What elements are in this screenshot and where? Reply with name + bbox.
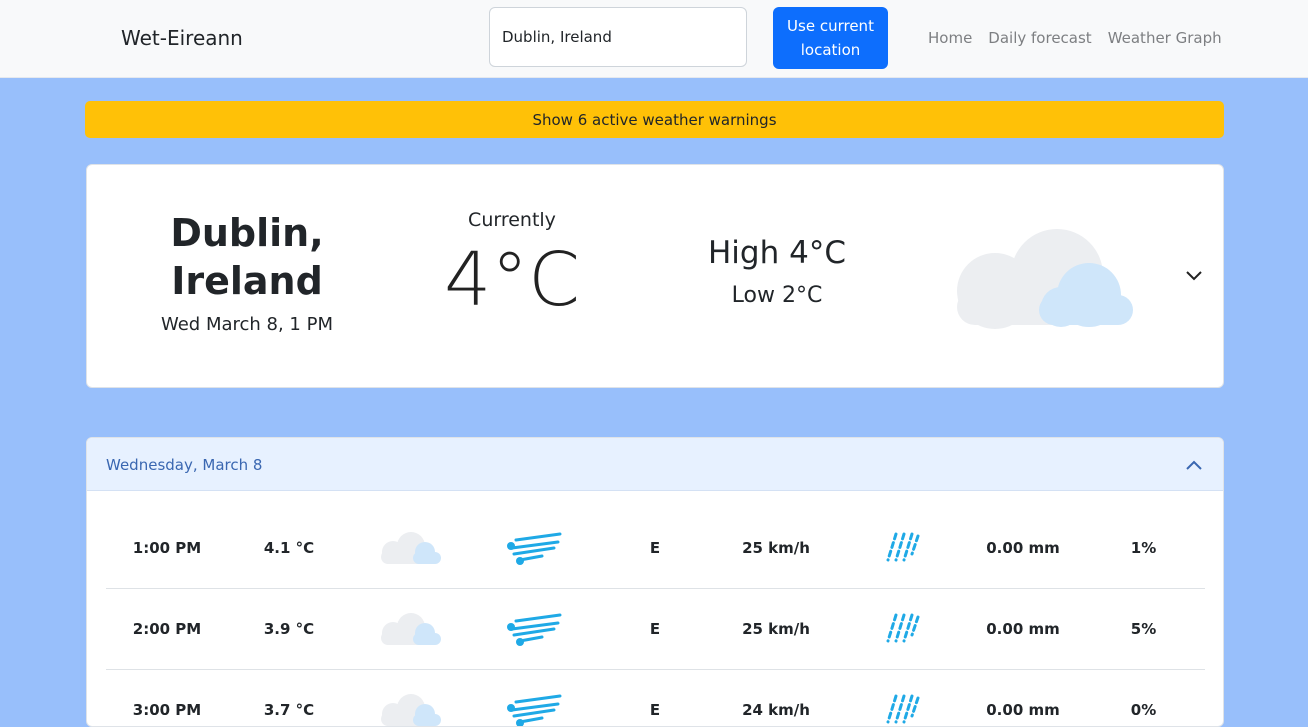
collapse-chevron-up-icon[interactable]	[1184, 456, 1204, 480]
current-temperature: 4°C	[444, 237, 580, 323]
expand-chevron-down-icon[interactable]	[1184, 265, 1204, 289]
nav-link-weather-graph[interactable]: Weather Graph	[1108, 29, 1222, 47]
use-current-location-button[interactable]: Use current location	[773, 7, 888, 69]
hourly-forecast-card: Wednesday, March 8 1:00 PM 4.1 °C E 25 k…	[86, 437, 1224, 727]
cloud-icon	[376, 669, 446, 726]
nav-link-home[interactable]: Home	[928, 29, 972, 47]
precipitation-chance: 5%	[1130, 619, 1157, 638]
nav-links: Home Daily forecast Weather Graph	[928, 29, 1222, 47]
weather-warnings-button[interactable]: Show 6 active weather warnings	[85, 101, 1224, 138]
hourly-row: 2:00 PM 3.9 °C E 25 km/h 0.00 mm 5%	[106, 588, 1205, 670]
wind-direction: E	[649, 538, 661, 557]
cloud-icon	[953, 227, 1138, 333]
precipitation-amount: 0.00 mm	[986, 538, 1060, 557]
wind-direction: E	[649, 619, 661, 638]
location-line-2: Ireland	[171, 259, 323, 303]
location-line-1: Dublin,	[170, 211, 324, 255]
nav-link-daily-forecast[interactable]: Daily forecast	[988, 29, 1091, 47]
precipitation-amount: 0.00 mm	[986, 700, 1060, 719]
hour-temperature: 3.9 °C	[263, 619, 315, 638]
hourly-accordion-header[interactable]: Wednesday, March 8	[87, 438, 1223, 491]
hourly-row: 3:00 PM 3.7 °C E 24 km/h 0.00 mm 0%	[106, 669, 1205, 726]
wind-icon	[498, 588, 568, 669]
precipitation-amount: 0.00 mm	[986, 619, 1060, 638]
currently-label: Currently	[468, 209, 556, 231]
wind-speed: 25 km/h	[742, 619, 810, 638]
current-datetime: Wed March 8, 1 PM	[160, 314, 333, 335]
wind-speed: 24 km/h	[742, 700, 810, 719]
navbar: Wet-Eireann Dublin, Ireland Use current …	[0, 0, 1308, 78]
precipitation-chance: 0%	[1130, 700, 1157, 719]
wind-icon	[498, 669, 568, 726]
wind-speed: 25 km/h	[742, 538, 810, 557]
rain-icon	[878, 588, 928, 669]
weather-warnings-label: Show 6 active weather warnings	[532, 110, 777, 129]
hour-time: 2:00 PM	[132, 619, 202, 638]
current-conditions-card: Dublin, Ireland Wed March 8, 1 PM Curren…	[86, 164, 1224, 388]
cloud-icon	[376, 507, 446, 588]
wind-direction: E	[649, 700, 661, 719]
hour-time: 3:00 PM	[132, 700, 202, 719]
hourly-day-label: Wednesday, March 8	[106, 456, 263, 474]
wind-icon	[498, 507, 568, 588]
precipitation-chance: 1%	[1130, 538, 1157, 557]
brand-logo[interactable]: Wet-Eireann	[121, 26, 243, 50]
rain-icon	[878, 669, 928, 726]
hour-temperature: 3.7 °C	[263, 700, 315, 719]
rain-icon	[878, 507, 928, 588]
hour-time: 1:00 PM	[132, 538, 202, 557]
cloud-icon	[376, 588, 446, 669]
high-temperature: High 4°C	[708, 235, 846, 271]
search-input[interactable]: Dublin, Ireland	[489, 7, 747, 67]
hourly-row: 1:00 PM 4.1 °C E 25 km/h 0.00 mm 1%	[106, 507, 1205, 589]
location-name: Dublin, Ireland	[87, 209, 407, 305]
hour-temperature: 4.1 °C	[263, 538, 315, 557]
low-temperature: Low 2°C	[731, 283, 823, 308]
